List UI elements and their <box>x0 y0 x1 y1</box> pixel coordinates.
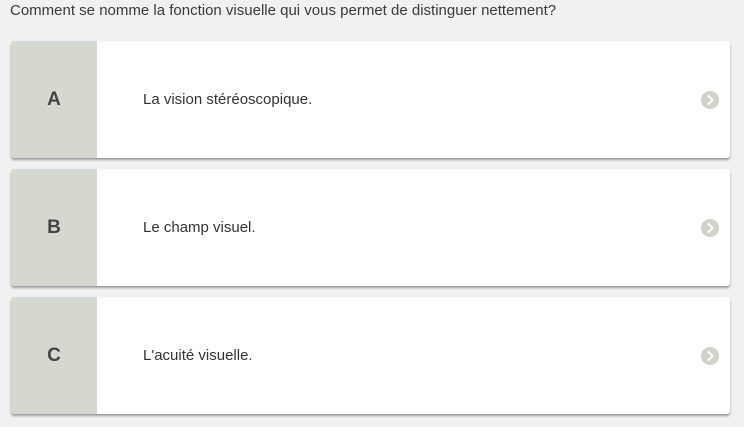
option-text: Le champ visuel. <box>143 219 256 236</box>
option-letter-box: A <box>11 41 97 158</box>
option-letter: A <box>47 88 61 110</box>
option-letter-box: B <box>11 169 97 286</box>
answer-option-a[interactable]: A La vision stéréoscopique. <box>11 41 730 158</box>
question-text: Comment se nomme la fonction visuelle qu… <box>10 2 557 19</box>
chevron-right-circle-icon <box>701 346 719 365</box>
chevron-right-circle-icon <box>701 90 719 109</box>
option-letter: B <box>47 216 61 238</box>
option-text: L'acuité visuelle. <box>143 347 253 364</box>
chevron-right-circle-icon <box>701 218 719 237</box>
answer-option-c[interactable]: C L'acuité visuelle. <box>11 297 730 414</box>
option-text: La vision stéréoscopique. <box>143 91 313 108</box>
option-letter-box: C <box>11 297 97 414</box>
option-letter: C <box>47 344 61 366</box>
answer-option-b[interactable]: B Le champ visuel. <box>11 169 730 286</box>
